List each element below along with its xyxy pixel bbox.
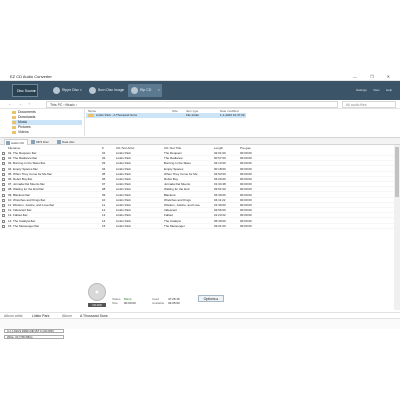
tree-item-label: Pictures [18, 125, 31, 129]
tab-burn-disc-image[interactable]: Burn Disc Image ✕ [86, 84, 126, 97]
file-list: Name Size Item type Date modified Linkin… [86, 109, 400, 136]
tree-item-label: Downloads [18, 115, 36, 119]
cell-num: 15 [102, 223, 106, 228]
row-checkbox[interactable] [2, 167, 5, 171]
up-icon[interactable]: ↑ [28, 101, 30, 106]
window-controls[interactable]: — ❐ ✕ [353, 72, 396, 81]
row-checkbox[interactable] [2, 152, 5, 155]
folder-icon [12, 130, 16, 134]
tree-item-label: Music [18, 120, 28, 124]
search-input[interactable]: All audio files [342, 101, 396, 108]
tab-label: Data disc [62, 140, 75, 144]
disc-info: CD-RW Status Blank Size 00:00:00 Used 47… [0, 283, 400, 335]
size-label: Size [112, 301, 118, 305]
cell-artist: Linkin Park [116, 223, 131, 228]
row-checkbox[interactable] [2, 178, 5, 181]
cd-disc-icon [88, 283, 106, 301]
cell-filename: 15. The Messenger.flac [8, 223, 40, 228]
disc-icon [53, 87, 60, 94]
row-checkbox[interactable] [2, 219, 5, 223]
file-type: File folder [186, 113, 200, 117]
file-row[interactable]: Linkin Park - A Thousand Suns File folde… [86, 113, 246, 118]
row-checkbox[interactable] [2, 193, 5, 197]
settings-button[interactable]: Settings [356, 81, 367, 100]
ribbon: Disc Source ▾ Rippe Disc ✕ Burn Disc Ima… [0, 81, 400, 100]
available-label: Available [152, 301, 165, 305]
cd-icon [57, 140, 61, 144]
close-icon[interactable]: ✕ [79, 84, 82, 97]
project-tabs: Audio CD MP3 Disc Data disc [0, 137, 400, 145]
title-bar: EZ CD Audio Converter — ❐ ✕ [0, 72, 400, 81]
tab-label: Rippe Disc [62, 88, 79, 92]
row-checkbox[interactable] [2, 172, 5, 176]
folder-icon [12, 125, 16, 129]
folder-icon [12, 115, 16, 119]
scrollbar-thumb[interactable] [395, 147, 399, 197]
folder-icon [12, 120, 16, 124]
tab-label: MP3 Disc [36, 140, 49, 144]
window-title: EZ CD Audio Converter [10, 74, 52, 79]
cd-icon [31, 140, 35, 144]
table-row[interactable]: 15. The Messenger.flac 15 Linkin Park The M… [0, 224, 394, 229]
row-checkbox[interactable] [2, 198, 5, 202]
select-source-dropdown[interactable]: Disc Source ▾ [12, 84, 38, 97]
chevron-down-icon: ▾ [33, 89, 35, 93]
row-checkbox[interactable] [2, 224, 5, 228]
folder-icon [12, 110, 16, 114]
disc-icon [89, 87, 96, 94]
forward-icon[interactable]: → [18, 101, 22, 106]
tab-label: Rip CD [140, 88, 152, 92]
row-checkbox[interactable] [2, 214, 5, 218]
row-checkbox[interactable] [2, 183, 5, 187]
tab-rippe-disc[interactable]: Rippe Disc ✕ [50, 84, 84, 97]
write-speed-select[interactable]: Write: 4X (706 KB/s) [4, 335, 64, 339]
disc-type-label: CD-RW [88, 303, 106, 307]
tab-label: Burn Disc Image [98, 88, 124, 92]
cell-length: 03:01:00 [214, 223, 226, 228]
back-icon[interactable]: ← [8, 101, 12, 106]
address-bar: ← → ↑ This PC › Music › All audio files [0, 100, 400, 109]
help-button[interactable]: Help [386, 81, 392, 100]
row-checkbox[interactable] [2, 188, 5, 192]
disc-icon [131, 87, 138, 94]
row-checkbox[interactable] [2, 204, 5, 207]
track-table: Filename # CD-Text Artist CD-Text Title … [0, 145, 394, 310]
row-checkbox[interactable] [2, 157, 5, 161]
file-name: Linkin Park - A Thousand Suns [96, 113, 137, 117]
row-checkbox[interactable] [2, 209, 5, 213]
close-icon[interactable]: ✕ [121, 84, 124, 97]
close-icon[interactable]: ✕ [157, 84, 160, 97]
file-date: 1-1-2022 10:47:09 [220, 113, 245, 117]
path-input[interactable]: This PC › Music › [46, 101, 338, 108]
size-value: 00:00:00 [124, 301, 136, 305]
view-button[interactable]: View [373, 81, 379, 100]
tree-item-label: Documents [18, 110, 36, 114]
cell-pregap: 00:00:00 [240, 223, 252, 228]
options-button[interactable]: Options ▸ [198, 295, 224, 302]
folder-tree: Documents Downloads Music Pictures Video… [0, 109, 85, 136]
cell-title: The Messenger [164, 223, 185, 228]
available-value: 32:05:00 [168, 301, 180, 305]
row-checkbox[interactable] [2, 162, 5, 166]
vertical-scrollbar[interactable] [394, 145, 400, 310]
drive-panel: [ H: ] ASUS DRW-24F1ST b (CD-RW) Write: … [0, 283, 400, 339]
folder-icon [88, 114, 94, 117]
tree-item-videos[interactable]: Videos [12, 130, 82, 135]
tab-rip-cd[interactable]: Rip CD ✕ [128, 84, 162, 97]
tree-item-label: Videos [18, 130, 29, 134]
